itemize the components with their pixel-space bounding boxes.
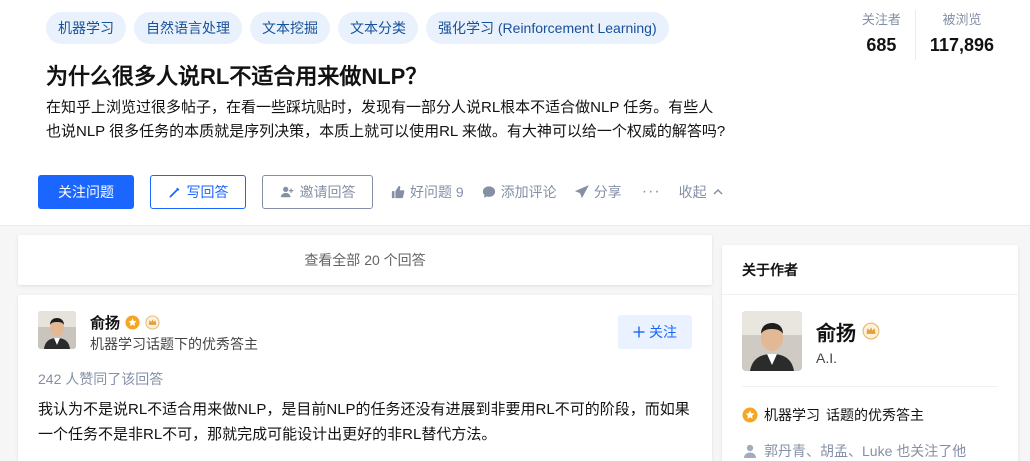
sidebar-author-headline: A.I. — [816, 349, 838, 366]
question-stats: 关注者 685 被浏览 117,896 — [848, 10, 1008, 60]
plus-icon — [633, 326, 645, 338]
add-comment-button[interactable]: 添加评论 — [482, 182, 557, 202]
collapse-button[interactable]: 收起 — [679, 182, 724, 202]
topic-list: 机器学习 自然语言处理 文本挖掘 文本分类 强化学习 (Reinforcemen… — [46, 12, 669, 44]
share-label: 分享 — [593, 184, 622, 200]
mutual-follow-text[interactable]: 郭丹青、胡孟、Luke 也关注了他 — [764, 441, 966, 461]
topic-tag-text-mining[interactable]: 文本挖掘 — [250, 12, 330, 44]
thumbs-up-icon — [391, 185, 405, 199]
follow-author-button[interactable]: 关注 — [618, 315, 692, 349]
sidebar-author: 俞扬 A.I. — [742, 311, 880, 371]
author-photo-icon — [742, 311, 802, 371]
comment-icon — [482, 186, 495, 198]
answer-card: 俞扬 机器学习话题下的优秀答主 关注 242 人赞同了该回答 我认为不是说RL不… — [18, 295, 712, 461]
author-info: 俞扬 机器学习话题下的优秀答主 — [90, 311, 258, 355]
crown-badge-icon — [145, 314, 160, 330]
add-user-icon — [280, 186, 293, 198]
follow-question-label: 关注问题 — [58, 184, 114, 200]
good-question-label: 好问题 9 — [410, 184, 464, 200]
invite-answer-label: 邀请回答 — [299, 184, 356, 200]
share-button[interactable]: 分享 — [574, 182, 622, 202]
view-all-answers-link[interactable]: 查看全部 20 个回答 — [18, 235, 712, 285]
star-badge-icon — [742, 407, 758, 423]
author-photo-icon — [38, 311, 76, 349]
followers-count: 685 — [866, 35, 897, 55]
paper-plane-icon — [574, 185, 589, 199]
collapse-label: 收起 — [678, 184, 707, 200]
answer-content: 我认为不是说RL不适合用来做NLP，是目前NLP的任务还没有进展到非要用RL不可… — [38, 401, 690, 443]
topic-tag-text-classification[interactable]: 文本分类 — [338, 12, 418, 44]
followers-label: 关注者 — [861, 12, 901, 27]
author-name-line: 俞扬 — [90, 311, 258, 333]
follow-question-button[interactable]: 关注问题 — [38, 175, 134, 209]
about-author-card: 关于作者 俞扬 A.I. 机器学习 话题的优秀答主 郭丹青、胡孟、Luke 也关… — [722, 245, 1018, 461]
answer-author: 俞扬 机器学习话题下的优秀答主 — [38, 311, 258, 355]
topic-tag-machine-learning[interactable]: 机器学习 — [46, 12, 126, 44]
sidebar-divider — [742, 386, 998, 387]
question-actions: 关注问题 写回答 邀请回答 好问题 9 添加评论 分享 ··· 收起 — [38, 175, 724, 209]
invite-answer-button[interactable]: 邀请回答 — [262, 175, 373, 209]
avatar[interactable] — [38, 311, 76, 349]
follow-author-label: 关注 — [649, 324, 677, 340]
author-description: 机器学习话题下的优秀答主 — [90, 336, 258, 352]
author-name[interactable]: 俞扬 — [90, 312, 120, 333]
views-count: 117,896 — [929, 35, 994, 55]
add-comment-label: 添加评论 — [500, 184, 557, 200]
upvote-count: 242 人赞同了该回答 — [38, 371, 164, 387]
sidebar-name-line: 俞扬 — [816, 317, 880, 346]
good-question-button[interactable]: 好问题 9 — [391, 182, 464, 202]
user-icon — [744, 444, 756, 458]
write-answer-label: 写回答 — [186, 184, 229, 200]
honor-line: 机器学习 话题的优秀答主 — [742, 405, 924, 425]
views-label: 被浏览 — [942, 12, 982, 27]
crown-badge-icon — [862, 322, 880, 340]
chevron-up-icon — [713, 188, 723, 195]
topic-tag-reinforcement-learning[interactable]: 强化学习 (Reinforcement Learning) — [426, 12, 669, 44]
more-options-icon[interactable]: ··· — [642, 183, 661, 201]
star-badge-icon — [125, 314, 140, 330]
question-header: 机器学习 自然语言处理 文本挖掘 文本分类 强化学习 (Reinforcemen… — [0, 0, 1030, 226]
sidebar-author-name[interactable]: 俞扬 — [816, 317, 856, 346]
view-all-answers-label: 查看全部 20 个回答 — [304, 252, 426, 268]
question-detail: 在知乎上浏览过很多帖子，在看一些踩坑贴时，发现有一部分人说RL根本不适合做NLP… — [46, 99, 726, 140]
avatar[interactable] — [742, 311, 802, 371]
views-stat: 被浏览 117,896 — [914, 10, 1008, 60]
about-author-title: 关于作者 — [722, 245, 1018, 295]
question-title: 为什么很多人说RL不适合用来做NLP？ — [46, 64, 428, 89]
honor-topic-link[interactable]: 机器学习 — [764, 405, 820, 425]
followers-stat[interactable]: 关注者 685 — [848, 10, 915, 60]
honor-suffix: 话题的优秀答主 — [826, 407, 924, 423]
sidebar-author-info: 俞扬 A.I. — [816, 317, 880, 366]
pencil-icon — [169, 187, 179, 197]
topic-tag-nlp[interactable]: 自然语言处理 — [134, 12, 242, 44]
mutual-follow-line: 郭丹青、胡孟、Luke 也关注了他 — [742, 441, 966, 461]
write-answer-button[interactable]: 写回答 — [150, 175, 246, 209]
